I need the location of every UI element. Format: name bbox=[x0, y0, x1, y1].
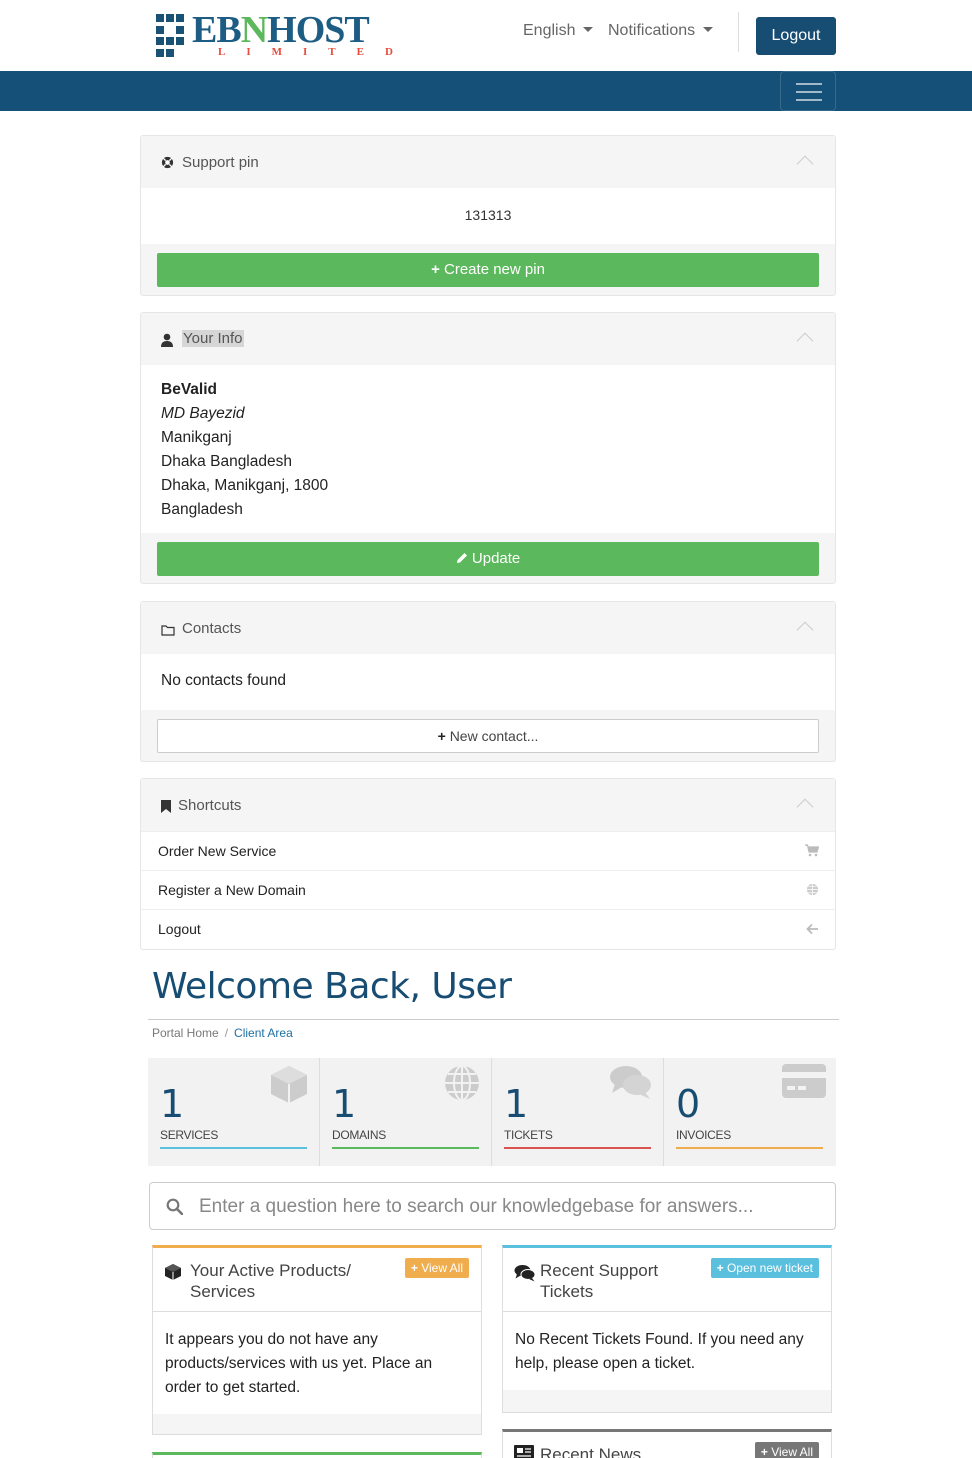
credit-card-icon bbox=[782, 1064, 826, 1098]
active-products-panel: Your Active Products/Services + View All… bbox=[152, 1245, 482, 1435]
chevron-up-icon[interactable] bbox=[796, 621, 814, 639]
chevron-up-icon[interactable] bbox=[796, 155, 814, 173]
folder-icon bbox=[161, 625, 175, 636]
recent-tickets-panel: Recent Support Tickets + Open new ticket … bbox=[502, 1245, 832, 1413]
page-title: Welcome Back, User bbox=[152, 966, 512, 1007]
address-line-1: Manikganj bbox=[161, 429, 232, 446]
shortcuts-header[interactable]: Shortcuts bbox=[141, 779, 835, 831]
plus-icon: + bbox=[437, 728, 446, 744]
recent-news-title: Recent News bbox=[540, 1445, 642, 1458]
recent-news-header: Recent News + View All bbox=[503, 1432, 831, 1458]
main-navbar bbox=[0, 71, 972, 111]
breadcrumb: Portal Home / Client Area bbox=[152, 1026, 293, 1040]
new-contact-button[interactable]: + New contact... bbox=[157, 719, 819, 753]
chevron-up-icon[interactable] bbox=[796, 798, 814, 816]
life-ring-icon bbox=[161, 156, 174, 169]
contacts-title: Contacts bbox=[182, 620, 242, 637]
recent-tickets-title: Recent Support Tickets bbox=[540, 1261, 659, 1301]
chevron-up-icon[interactable] bbox=[796, 332, 814, 350]
contacts-body: No contacts found bbox=[141, 654, 835, 710]
user-icon bbox=[161, 333, 173, 347]
search-icon bbox=[166, 1198, 183, 1215]
language-dropdown[interactable]: English bbox=[523, 22, 594, 40]
contacts-header[interactable]: Contacts bbox=[141, 602, 835, 654]
recent-tickets-body: No Recent Tickets Found. If you need any… bbox=[503, 1312, 831, 1390]
active-products-header: Your Active Products/Services + View All bbox=[153, 1248, 481, 1312]
active-products-body: It appears you do not have any products/… bbox=[153, 1312, 481, 1414]
stat-services[interactable]: 1 SERVICES bbox=[148, 1058, 320, 1166]
additional-panel-edge bbox=[152, 1452, 482, 1458]
newspaper-icon bbox=[514, 1445, 534, 1458]
site-header: EBNHOST LIMITED English Notifications Lo… bbox=[0, 0, 972, 71]
logo-subtitle: LIMITED bbox=[218, 46, 414, 58]
shortcut-order-service[interactable]: Order New Service bbox=[141, 831, 835, 870]
support-pin-header[interactable]: Support pin bbox=[141, 136, 835, 188]
stat-tickets[interactable]: 1 TICKETS bbox=[492, 1058, 664, 1166]
stat-domains[interactable]: 1 DOMAINS bbox=[320, 1058, 492, 1166]
cube-icon bbox=[165, 1264, 181, 1280]
logout-button[interactable]: Logout bbox=[756, 17, 836, 55]
support-pin-body: 131313 bbox=[141, 188, 835, 244]
caret-down-icon bbox=[583, 27, 594, 32]
open-new-ticket-button[interactable]: + Open new ticket bbox=[710, 1258, 819, 1278]
company-logo[interactable]: EBNHOST LIMITED bbox=[156, 9, 393, 60]
breadcrumb-home[interactable]: Portal Home bbox=[152, 1026, 219, 1040]
arrow-left-icon bbox=[806, 923, 818, 935]
search-input[interactable]: Enter a question here to search our know… bbox=[199, 1196, 754, 1218]
recent-tickets-header: Recent Support Tickets + Open new ticket bbox=[503, 1248, 831, 1312]
stat-invoices[interactable]: 0 INVOICES bbox=[664, 1058, 836, 1166]
breadcrumb-client-area: Client Area bbox=[234, 1026, 293, 1040]
city-line: Dhaka, Manikganj, 1800 bbox=[161, 477, 329, 494]
support-pin-value: 131313 bbox=[464, 207, 512, 223]
nav-divider bbox=[738, 12, 739, 52]
stats-tiles: 1 SERVICES 1 DOMAINS 1 TICKETS 0 INVOICE… bbox=[148, 1058, 836, 1166]
view-all-news-button[interactable]: + View All bbox=[754, 1442, 819, 1458]
support-pin-title: Support pin bbox=[182, 154, 259, 171]
notifications-dropdown[interactable]: Notifications bbox=[608, 22, 714, 40]
your-info-header[interactable]: Your Info bbox=[141, 313, 835, 365]
cart-icon bbox=[805, 844, 819, 857]
logo-mark bbox=[156, 14, 186, 58]
comments-icon bbox=[610, 1066, 651, 1099]
pencil-icon bbox=[456, 553, 467, 563]
plus-icon: + bbox=[431, 261, 440, 278]
country: Bangladesh bbox=[161, 501, 243, 518]
comments-icon bbox=[514, 1265, 536, 1282]
knowledgebase-search[interactable]: Enter a question here to search our know… bbox=[149, 1182, 836, 1230]
your-info-title: Your Info bbox=[182, 330, 244, 347]
shortcuts-title: Shortcuts bbox=[178, 797, 242, 814]
create-pin-button[interactable]: + Create new pin bbox=[157, 253, 819, 287]
update-info-button[interactable]: Update bbox=[157, 542, 819, 576]
view-all-products-button[interactable]: + View All bbox=[404, 1258, 469, 1278]
support-pin-card: Support pin 131313 + Create new pin bbox=[140, 135, 836, 296]
shortcut-register-domain[interactable]: Register a New Domain bbox=[141, 870, 835, 909]
globe-icon bbox=[806, 883, 819, 896]
your-info-body: BeValid MD Bayezid Manikganj Dhaka Bangl… bbox=[141, 365, 835, 533]
active-products-title: Your Active Products/Services bbox=[190, 1261, 351, 1301]
contact-name: MD Bayezid bbox=[161, 405, 245, 422]
recent-news-panel: Recent News + View All bbox=[502, 1429, 832, 1458]
your-info-card: Your Info BeValid MD Bayezid Manikganj D… bbox=[140, 312, 836, 584]
title-divider bbox=[148, 1019, 839, 1020]
menu-toggle-button[interactable] bbox=[780, 71, 836, 111]
shortcut-logout[interactable]: Logout bbox=[141, 909, 835, 948]
globe-icon bbox=[445, 1065, 479, 1101]
address-line-2: Dhaka Bangladesh bbox=[161, 453, 292, 470]
caret-down-icon bbox=[703, 27, 714, 32]
contacts-card: Contacts No contacts found + New contact… bbox=[140, 601, 836, 762]
bookmark-icon bbox=[161, 800, 171, 813]
shortcuts-card: Shortcuts Order New Service Register a N… bbox=[140, 778, 836, 950]
cube-icon bbox=[271, 1066, 307, 1103]
company-name: BeValid bbox=[161, 381, 217, 398]
